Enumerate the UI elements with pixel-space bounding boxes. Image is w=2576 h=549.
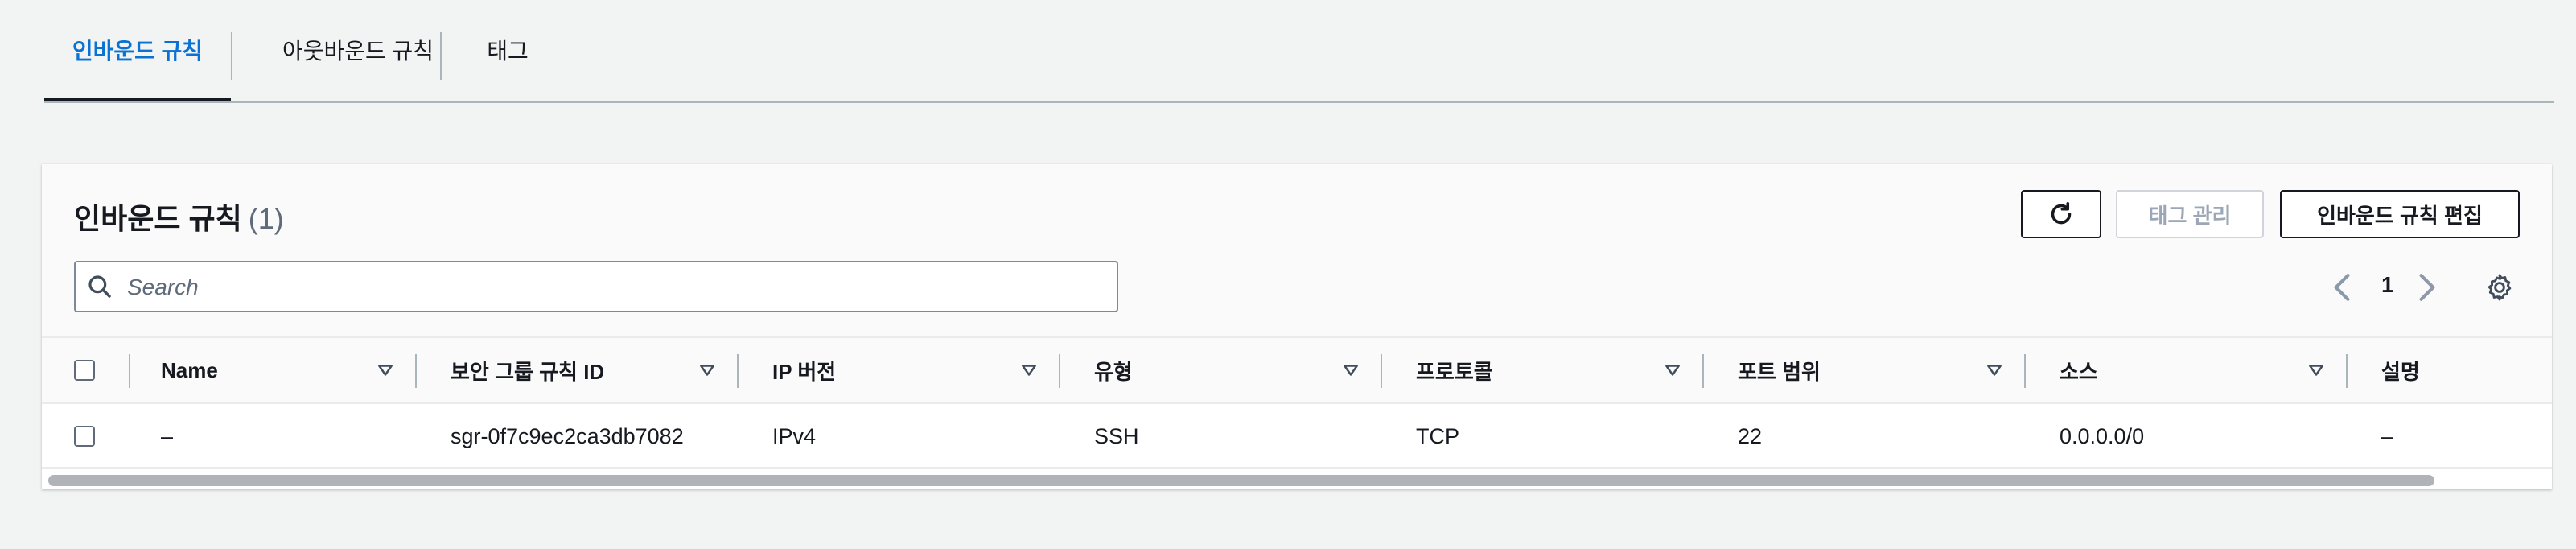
search-field [74,261,1118,312]
sort-caret-icon[interactable] [1985,362,2003,378]
panel-title: 인바운드 규칙 (1) [74,195,284,243]
sort-caret-icon[interactable] [1342,362,1360,378]
tab-outbound-rules[interactable]: 아웃바운드 규칙 [232,0,484,100]
column-separator [129,354,130,388]
refresh-button[interactable] [2021,190,2101,238]
sort-caret-icon[interactable] [2307,362,2325,378]
column-separator[interactable] [1381,354,1382,388]
column-header-port-range[interactable]: 포트 범위 [1738,338,1821,402]
cell-protocol: TCP [1416,423,1459,448]
sort-caret-icon[interactable] [377,362,394,378]
column-header-source[interactable]: 소스 [2060,338,2098,402]
column-separator[interactable] [1702,354,1704,388]
column-header-description[interactable]: 설명 [2381,338,2420,402]
select-all-checkbox[interactable] [74,360,95,381]
cell-type: SSH [1094,423,1139,448]
tab-tags[interactable]: 태그 [471,0,545,100]
gear-icon[interactable] [2484,272,2515,303]
search-icon [88,275,111,298]
column-separator[interactable] [2024,354,2026,388]
sort-caret-icon[interactable] [698,362,716,378]
sort-caret-icon[interactable] [1664,362,1681,378]
refresh-icon [2051,202,2072,225]
chevron-right-icon[interactable] [2417,272,2438,303]
search-input[interactable] [126,262,1110,312]
table-header: Name 보안 그룹 규칙 ID IP 버전 유형 프로토콜 포트 범위 소스 … [42,336,2552,404]
panel-title-text: 인바운드 규칙 [74,202,242,235]
cell-ip-version: IPv4 [772,423,817,448]
row-select-checkbox[interactable] [74,426,95,447]
column-header-type[interactable]: 유형 [1094,338,1133,402]
column-header-protocol[interactable]: 프로토콜 [1416,338,1493,402]
sort-caret-icon[interactable] [1020,362,1038,378]
chevron-left-icon[interactable] [2331,272,2352,303]
column-header-ip-version[interactable]: IP 버전 [772,338,836,402]
column-separator[interactable] [415,354,417,388]
page-number[interactable]: 1 [2381,272,2394,298]
column-header-name[interactable]: Name [161,338,218,402]
cell-description: – [2381,423,2394,448]
edit-inbound-rules-button[interactable]: 인바운드 규칙 편집 [2280,190,2520,238]
tab-inbound-rules[interactable]: 인바운드 규칙 [44,0,231,101]
cell-name: – [161,423,174,448]
cell-source: 0.0.0.0/0 [2060,423,2145,448]
tab-separator [440,32,442,80]
horizontal-scrollbar[interactable] [42,470,2552,489]
manage-tags-button[interactable]: 태그 관리 [2116,190,2264,238]
column-separator[interactable] [2346,354,2348,388]
column-separator[interactable] [1059,354,1060,388]
cell-port-range: 22 [1738,423,1763,448]
tab-bar: 인바운드 규칙 아웃바운드 규칙 태그 [44,0,2554,103]
column-separator[interactable] [737,354,739,388]
cell-rule-id: sgr-0f7c9ec2ca3db7082 [451,423,684,448]
scrollbar-thumb[interactable] [48,475,2434,486]
table-row[interactable]: – sgr-0f7c9ec2ca3db7082 IPv4 SSH TCP 22 … [42,404,2552,469]
column-header-rule-id[interactable]: 보안 그룹 규칙 ID [451,338,604,402]
inbound-rules-panel: 인바운드 규칙(1) 태그 관리 인바운드 규칙 편집 1 Name 보안 그룹… [42,164,2552,489]
rule-count: (1) [248,202,284,235]
